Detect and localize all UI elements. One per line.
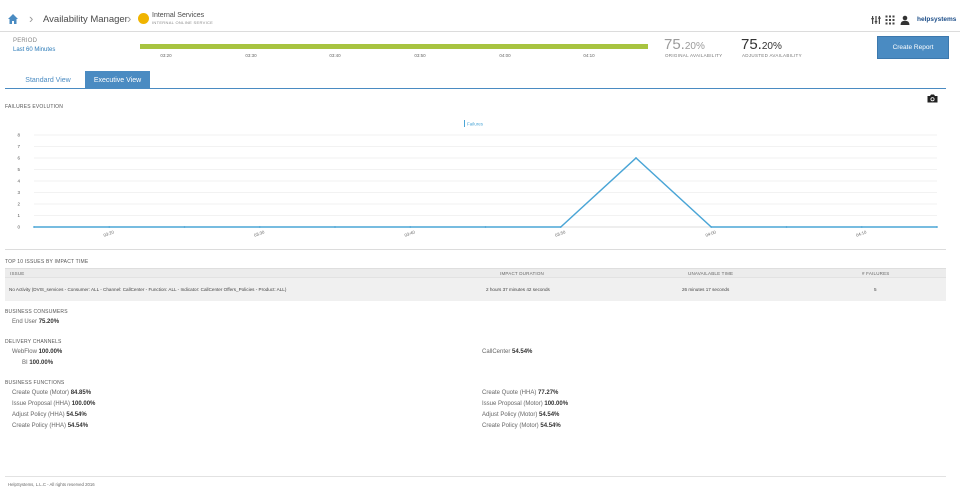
issues-table: ISSUE IMPACT DURATION UNAVAILABLE TIME #… xyxy=(5,268,946,301)
failures-evolution-chart: 0 1 2 3 4 5 6 7 8 Failures 03:20 03:30 03:40 03:50 04:… xyxy=(17,120,938,238)
breadcrumb-service-subtitle: INTERNAL ONLINE SERVICE xyxy=(152,20,214,25)
view-tabs: Standard View Executive View xyxy=(5,71,946,89)
apps-grid-icon[interactable] xyxy=(885,15,895,25)
data-point xyxy=(334,226,336,228)
period-selector[interactable]: Last 60 Minutes xyxy=(13,47,55,53)
y-tick-label: 4 xyxy=(17,179,20,184)
data-point xyxy=(860,226,863,228)
table-row[interactable]: No Activity (DVIS_services - Consumer: A… xyxy=(5,277,946,301)
y-tick-label: 5 xyxy=(17,167,20,172)
y-tick-label: 8 xyxy=(17,133,20,138)
y-tick-label: 1 xyxy=(17,213,20,218)
period-tick-label: 03:50 xyxy=(414,53,426,58)
section-title-business-consumers: BUSINESS CONSUMERS xyxy=(5,309,68,315)
data-point xyxy=(258,226,261,228)
period-tick-label: 03:20 xyxy=(160,53,172,58)
tab-standard-view[interactable]: Standard View xyxy=(17,71,79,89)
data-point xyxy=(33,226,35,228)
footer-copyright: HelpSystems, L.L.C - All rights reserved… xyxy=(8,482,95,487)
x-tick-label: 03:40 xyxy=(404,229,416,238)
section-title-top-issues: TOP 10 ISSUES BY IMPACT TIME xyxy=(5,259,89,265)
section-title-business-functions: BUSINESS FUNCTIONS xyxy=(5,380,65,386)
data-point xyxy=(183,226,186,228)
chevron-right-icon: › xyxy=(127,11,132,26)
table-header: ISSUE IMPACT DURATION UNAVAILABLE TIME #… xyxy=(5,268,946,277)
divider xyxy=(5,476,946,477)
camera-icon[interactable] xyxy=(927,94,938,103)
channel-item[interactable]: CallCenter 54.54% xyxy=(482,349,532,355)
channel-item[interactable]: BI 100.00% xyxy=(22,360,53,366)
period-tick-label: 04:00 xyxy=(499,53,511,58)
section-title-delivery-channels: DELIVERY CHANNELS xyxy=(5,339,62,345)
function-item[interactable]: Issue Proposal (Motor) 100.00% xyxy=(482,401,568,407)
failures-count-cell: 5 xyxy=(874,287,877,292)
y-tick-label: 0 xyxy=(17,225,20,230)
function-item[interactable]: Adjust Policy (HHA) 54.54% xyxy=(12,412,87,418)
user-icon[interactable] xyxy=(900,15,910,25)
period-timeline-bar[interactable] xyxy=(140,44,648,49)
function-item[interactable]: Create Policy (Motor) 54.54% xyxy=(482,423,561,429)
data-point xyxy=(559,226,562,228)
y-tick-label: 6 xyxy=(17,156,20,161)
section-title-failures-evolution: FAILURES EVOLUTION xyxy=(5,104,64,110)
period-label: PERIOD xyxy=(13,38,38,44)
data-point xyxy=(936,226,938,228)
y-tick-label: 3 xyxy=(17,190,20,195)
original-availability-label: ORIGINAL AVAILABILITY xyxy=(665,53,723,58)
top-bar: › Availability Manager › Internal Servic… xyxy=(0,0,960,32)
function-item[interactable]: Create Quote (HHA) 77.27% xyxy=(482,390,558,396)
original-availability-value: 75.20% xyxy=(664,36,705,53)
chevron-right-icon: › xyxy=(29,11,34,26)
issue-cell: No Activity (DVIS_services - Consumer: A… xyxy=(9,287,287,292)
service-status-icon xyxy=(138,13,149,24)
data-point xyxy=(409,226,412,228)
function-item[interactable]: Create Quote (Motor) 84.85% xyxy=(12,390,91,396)
adjusted-availability-value: 75.20% xyxy=(741,36,782,53)
period-tick-label: 03:40 xyxy=(329,53,341,58)
data-point xyxy=(635,157,637,159)
legend-swatch xyxy=(464,120,465,127)
breadcrumb-service-title[interactable]: Internal Services xyxy=(152,12,204,19)
y-tick-label: 7 xyxy=(17,144,20,149)
x-tick-label: 04:00 xyxy=(705,229,717,238)
column-header-failures[interactable]: # FAILURES xyxy=(862,271,890,276)
adjusted-availability-label: ADJUSTED AVAILABILITY xyxy=(742,53,802,58)
function-item[interactable]: Issue Proposal (HHA) 100.00% xyxy=(12,401,95,407)
data-point xyxy=(710,226,713,228)
breadcrumb-app-title[interactable]: Availability Manager xyxy=(43,14,128,25)
settings-sliders-icon[interactable] xyxy=(871,15,881,25)
data-point xyxy=(108,226,111,228)
impact-duration-cell: 2 hours 37 minutes 42 seconds xyxy=(486,287,550,292)
divider xyxy=(5,249,946,250)
legend-label: Failures xyxy=(467,122,484,127)
create-report-button[interactable]: Create Report xyxy=(877,36,949,59)
tab-executive-view[interactable]: Executive View xyxy=(85,71,150,89)
channel-item[interactable]: WebFlow 100.00% xyxy=(12,349,62,355)
data-point xyxy=(785,226,788,228)
x-tick-label: 04:10 xyxy=(855,229,867,238)
x-tick-label: 03:50 xyxy=(554,229,566,238)
y-tick-label: 2 xyxy=(17,202,20,207)
function-item[interactable]: Adjust Policy (Motor) 54.54% xyxy=(482,412,559,418)
period-tick-label: 03:30 xyxy=(245,53,257,58)
home-icon[interactable] xyxy=(7,13,19,25)
unavailable-time-cell: 26 minutes 17 seconds xyxy=(682,287,730,292)
function-item[interactable]: Create Policy (HHA) 54.54% xyxy=(12,423,88,429)
x-tick-label: 03:30 xyxy=(253,229,265,238)
consumer-item[interactable]: End User 75.20% xyxy=(12,319,59,325)
column-header-impact-duration[interactable]: IMPACT DURATION xyxy=(500,271,544,276)
column-header-unavailable-time[interactable]: UNAVAILABLE TIME xyxy=(688,271,733,276)
x-tick-label: 03:20 xyxy=(103,229,115,238)
data-point xyxy=(484,226,487,228)
column-header-issue[interactable]: ISSUE xyxy=(10,271,25,276)
period-tick-label: 04:10 xyxy=(583,53,595,58)
brand-logo: helpsystems xyxy=(917,16,957,23)
